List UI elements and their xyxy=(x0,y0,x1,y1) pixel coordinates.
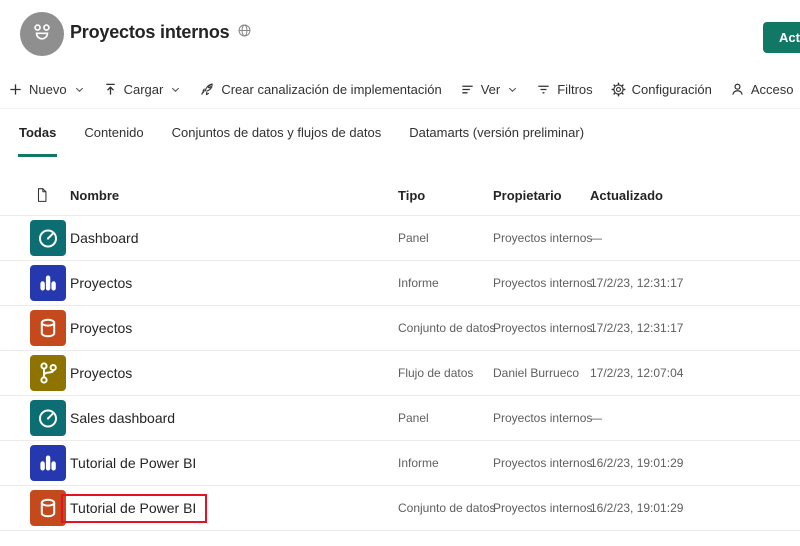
chevron-down-icon xyxy=(507,84,518,95)
dataset-icon xyxy=(30,310,66,346)
access-label: Acceso xyxy=(751,82,794,97)
dashboard-icon xyxy=(30,220,66,256)
content-tabs: Todas Contenido Conjuntos de datos y flu… xyxy=(0,109,800,157)
new-label: Nuevo xyxy=(29,82,67,97)
item-type: Informe xyxy=(398,456,493,470)
item-updated: 17/2/23, 12:07:04 xyxy=(590,366,800,380)
chevron-down-icon xyxy=(170,84,181,95)
item-owner: Proyectos internos xyxy=(493,231,590,245)
workspace-avatar xyxy=(20,12,64,56)
view-label: Ver xyxy=(481,82,501,97)
view-button[interactable]: Ver xyxy=(460,82,519,97)
settings-label: Configuración xyxy=(632,82,712,97)
table-row[interactable]: Proyectos Flujo de datos Daniel Burrueco… xyxy=(0,351,800,396)
item-updated: 17/2/23, 12:31:17 xyxy=(590,321,800,335)
table-row[interactable]: Proyectos Conjunto de datos Proyectos in… xyxy=(0,306,800,351)
column-header-actualizado[interactable]: Actualizado xyxy=(590,188,800,203)
table-row[interactable]: Dashboard Panel Proyectos internos — xyxy=(0,216,800,261)
page-title: Proyectos internos xyxy=(70,22,229,43)
globe-icon xyxy=(237,23,252,43)
rocket-icon xyxy=(199,81,215,97)
chevron-down-icon xyxy=(74,84,85,95)
item-type: Conjunto de datos xyxy=(398,321,493,335)
item-owner: Proyectos internos xyxy=(493,276,590,290)
filter-icon xyxy=(536,82,551,97)
item-updated: 16/2/23, 19:01:29 xyxy=(590,456,800,470)
upload-icon xyxy=(103,82,118,97)
person-icon xyxy=(730,82,745,97)
item-type: Panel xyxy=(398,231,493,245)
plus-icon xyxy=(8,82,23,97)
item-name[interactable]: Tutorial de Power BI xyxy=(70,455,196,471)
item-owner: Proyectos internos xyxy=(493,411,590,425)
table-header: Nombre Tipo Propietario Actualizado xyxy=(0,175,800,216)
gear-icon xyxy=(611,82,626,97)
create-deployment-pipeline-label: Crear canalización de implementación xyxy=(221,82,441,97)
table-row[interactable]: Tutorial de Power BI Conjunto de datos P… xyxy=(0,486,800,531)
table-row[interactable]: Sales dashboard Panel Proyectos internos… xyxy=(0,396,800,441)
item-owner: Proyectos internos xyxy=(493,321,590,335)
column-header-propietario[interactable]: Propietario xyxy=(493,188,590,203)
item-name[interactable]: Sales dashboard xyxy=(70,410,175,426)
item-updated: — xyxy=(590,231,800,245)
dashboard-icon xyxy=(30,400,66,436)
item-updated: 16/2/23, 19:01:29 xyxy=(590,501,800,515)
people-group-icon xyxy=(27,17,57,52)
item-owner: Daniel Burrueco xyxy=(493,366,590,380)
table-row[interactable]: Tutorial de Power BI Informe Proyectos i… xyxy=(0,441,800,486)
column-header-tipo[interactable]: Tipo xyxy=(398,188,493,203)
item-type: Conjunto de datos xyxy=(398,501,493,515)
filters-label: Filtros xyxy=(557,82,592,97)
item-updated: 17/2/23, 12:31:17 xyxy=(590,276,800,290)
column-header-nombre[interactable]: Nombre xyxy=(70,188,398,203)
red-highlight-box: Tutorial de Power BI xyxy=(61,494,207,523)
item-name[interactable]: Proyectos xyxy=(70,275,132,291)
item-type: Informe xyxy=(398,276,493,290)
item-name[interactable]: Proyectos xyxy=(70,320,132,336)
tab-conjuntos-de-datos-y-flujos[interactable]: Conjuntos de datos y flujos de datos xyxy=(171,113,383,157)
table-row[interactable]: Proyectos Informe Proyectos internos 17/… xyxy=(0,261,800,306)
item-name[interactable]: Dashboard xyxy=(70,230,139,246)
item-type: Flujo de datos xyxy=(398,366,493,380)
toolbar: Nuevo Cargar Crear canalización de imple… xyxy=(0,70,800,109)
item-name[interactable]: Tutorial de Power BI xyxy=(70,500,196,516)
filters-button[interactable]: Filtros xyxy=(536,82,592,97)
tab-todas[interactable]: Todas xyxy=(18,113,57,157)
create-deployment-pipeline-button[interactable]: Crear canalización de implementación xyxy=(199,81,441,97)
new-button[interactable]: Nuevo xyxy=(8,82,85,97)
upload-button[interactable]: Cargar xyxy=(103,82,182,97)
item-type: Panel xyxy=(398,411,493,425)
item-updated: — xyxy=(590,411,800,425)
tab-contenido[interactable]: Contenido xyxy=(83,113,144,157)
view-lines-icon xyxy=(460,82,475,97)
item-name[interactable]: Proyectos xyxy=(70,365,132,381)
settings-button[interactable]: Configuración xyxy=(611,82,712,97)
document-type-column-icon[interactable] xyxy=(0,187,70,203)
tab-datamarts[interactable]: Datamarts (versión preliminar) xyxy=(408,113,585,157)
upload-label: Cargar xyxy=(124,82,164,97)
table-body: Dashboard Panel Proyectos internos — Pro… xyxy=(0,216,800,531)
item-owner: Proyectos internos xyxy=(493,501,590,515)
item-owner: Proyectos internos xyxy=(493,456,590,470)
workspace-header: Proyectos internos Actualizar xyxy=(0,0,800,70)
report-icon xyxy=(30,445,66,481)
dataflow-icon xyxy=(30,355,66,391)
refresh-button[interactable]: Actualizar xyxy=(763,22,800,53)
report-icon xyxy=(30,265,66,301)
access-button[interactable]: Acceso xyxy=(730,82,794,97)
